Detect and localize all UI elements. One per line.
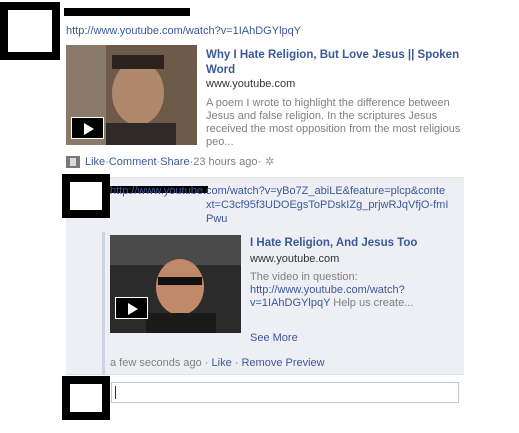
post-timestamp[interactable]: 23 hours ago: [193, 156, 257, 168]
see-more-link[interactable]: See More: [250, 332, 298, 344]
comment-like-link[interactable]: Like: [212, 357, 232, 369]
comment-link[interactable]: Comment: [109, 156, 157, 168]
play-video-icon[interactable]: [115, 297, 148, 319]
post-author-avatar[interactable]: [0, 2, 60, 60]
share-link[interactable]: Share: [160, 156, 189, 168]
preview-title-link[interactable]: I Hate Religion, And Jesus Too: [250, 237, 417, 249]
comment-divider: [66, 177, 464, 178]
commenter-avatar[interactable]: [62, 174, 110, 218]
comment-link-preview: I Hate Religion, And Jesus Too www.youtu…: [110, 235, 460, 344]
separator-dot: ·: [201, 357, 212, 369]
preview-thumbnail[interactable]: [110, 235, 241, 333]
post-action-bar: Like · Comment · Share · 23 hours ago · …: [66, 155, 274, 168]
film-icon: [66, 155, 80, 168]
like-link[interactable]: Like: [85, 156, 105, 168]
attachment-description: A poem I wrote to highlight the differen…: [206, 97, 461, 148]
gear-icon[interactable]: ✲: [265, 155, 274, 168]
preview-description: The video in question: http://www.youtub…: [250, 271, 425, 310]
remove-preview-link[interactable]: Remove Preview: [241, 357, 324, 369]
preview-domain: www.youtube.com: [250, 253, 340, 265]
text-cursor: [115, 386, 116, 399]
separator-dot: ·: [257, 155, 262, 168]
attachment-title-link[interactable]: Why I Hate Religion, But Love Jesus || S…: [206, 48, 486, 78]
attachment-domain: www.youtube.com: [206, 78, 296, 90]
attachment-thumbnail[interactable]: [66, 45, 197, 145]
preview-left-rule: [102, 232, 105, 375]
current-user-avatar[interactable]: [62, 376, 110, 420]
post-link-attachment: Why I Hate Religion, But Love Jesus || S…: [66, 45, 486, 148]
redacted-author-name: [64, 8, 190, 16]
comment-meta: a few seconds ago · Like · Remove Previe…: [110, 357, 325, 369]
post-url-link[interactable]: http://www.youtube.com/watch?v=1IAhDGYlp…: [66, 25, 301, 37]
preview-desc-prefix: The video in question:: [250, 271, 358, 283]
play-video-icon[interactable]: [71, 117, 104, 139]
comment-input[interactable]: [111, 382, 459, 403]
preview-desc-suffix: Help us create...: [330, 297, 414, 309]
comment-url-text[interactable]: http://www.youtube.com/watch?v=yBo7Z_abi…: [110, 184, 450, 226]
comment-timestamp[interactable]: a few seconds ago: [110, 357, 202, 369]
